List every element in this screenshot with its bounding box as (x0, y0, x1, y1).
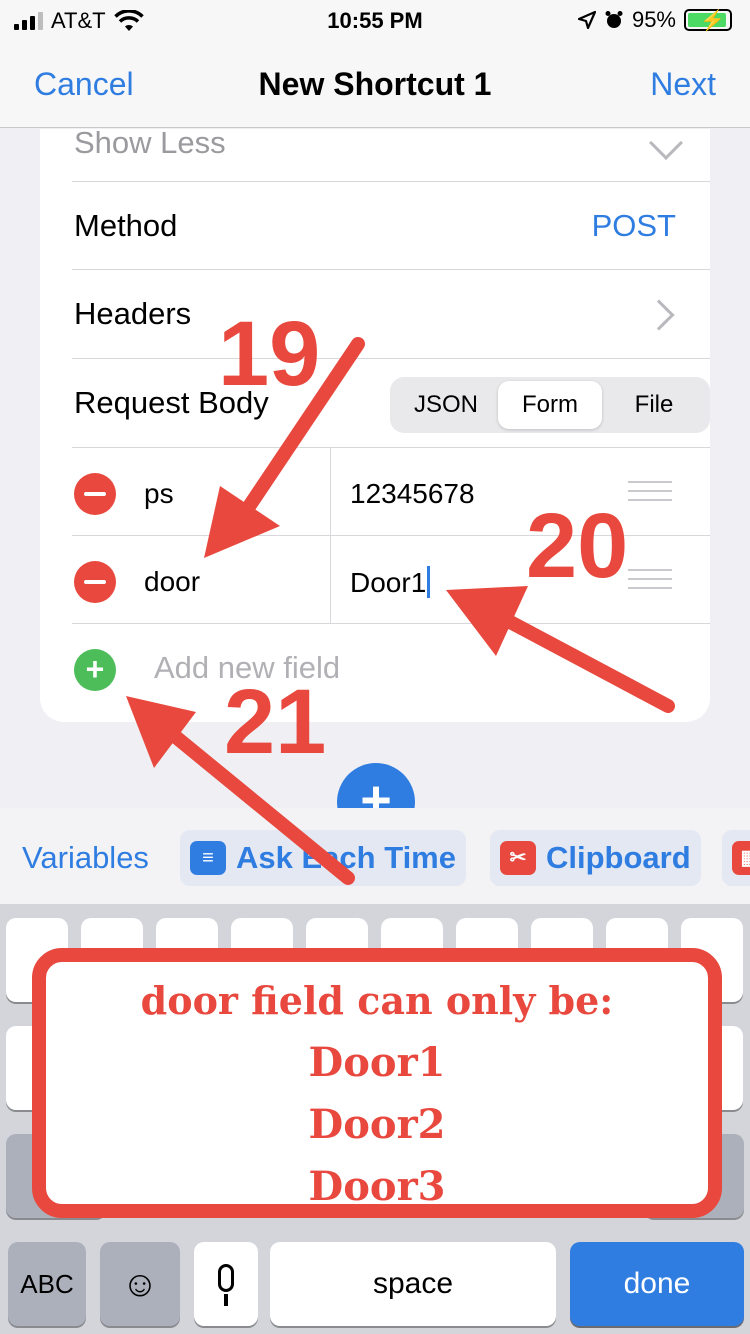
field-key[interactable]: ps (144, 478, 174, 510)
field-value[interactable]: 12345678 (350, 478, 475, 510)
headers-label: Headers (74, 296, 192, 331)
microphone-stem (224, 1294, 228, 1306)
field-divider (330, 536, 331, 624)
next-button[interactable]: Next (650, 66, 716, 103)
chevron-right-icon (643, 299, 675, 331)
request-body-segmented-control: JSON Form File (390, 377, 710, 433)
segment-json[interactable]: JSON (394, 381, 498, 429)
add-new-field-row[interactable]: + Add new field (72, 624, 672, 712)
get-contents-action-card: Show Less Method POST Headers Request Bo… (40, 129, 710, 722)
microphone-icon (218, 1264, 234, 1292)
abc-key[interactable]: ABC (8, 1242, 86, 1326)
speech-bubble-icon: ≡ (190, 841, 226, 875)
annotation-step-19: 19 (218, 303, 321, 405)
alarm-icon (605, 11, 623, 28)
ask-each-time-chip[interactable]: ≡ Ask Each Time (180, 830, 466, 886)
done-key[interactable]: done (570, 1242, 744, 1326)
segment-file[interactable]: File (602, 381, 706, 429)
headers-row[interactable]: Headers (72, 270, 710, 359)
annotation-step-21: 21 (224, 671, 327, 773)
calendar-icon: ▦ (732, 841, 750, 875)
field-key[interactable]: door (144, 566, 200, 598)
clipboard-chip[interactable]: ✂ Clipboard (490, 830, 701, 886)
reorder-handle-icon[interactable] (628, 569, 672, 596)
annotation-step-20: 20 (526, 495, 629, 597)
text-cursor (427, 566, 431, 598)
clipboard-label: Clipboard (546, 840, 691, 875)
navigation-bar: Cancel New Shortcut 1 Next (0, 40, 750, 128)
remove-field-icon[interactable] (74, 561, 116, 603)
variables-bar: Variables ≡ Ask Each Time ✂ Clipboard ▦ (0, 808, 750, 904)
variables-label[interactable]: Variables (22, 840, 149, 876)
segment-form[interactable]: Form (498, 381, 602, 429)
annotation-note-line: door field can only be: (140, 978, 614, 1023)
remove-field-icon[interactable] (74, 473, 116, 515)
field-value-text: Door1 (350, 567, 427, 598)
annotation-note-line: Door2 (308, 1101, 446, 1148)
battery-percent: 95% (631, 7, 676, 32)
annotation-note-line: Door3 (308, 1163, 446, 1210)
emoji-icon: ☺ (121, 1263, 159, 1304)
dictation-key[interactable] (194, 1242, 258, 1326)
method-label: Method (74, 208, 178, 243)
scissors-icon: ✂ (500, 841, 536, 875)
method-row[interactable]: Method POST (72, 182, 710, 270)
field-divider (330, 448, 331, 536)
reorder-handle-icon[interactable] (628, 481, 672, 508)
show-less-label: Show Less (74, 129, 226, 160)
status-bar: AT&T 10:55 PM 95% ⚡ (0, 0, 750, 40)
space-key[interactable]: space (270, 1242, 556, 1326)
battery-icon: ⚡ (684, 9, 732, 32)
field-value-editing[interactable]: Door1 (350, 566, 431, 599)
method-value[interactable]: POST (592, 208, 676, 244)
ask-each-time-label: Ask Each Time (236, 840, 456, 875)
emoji-key[interactable]: ☺ (100, 1242, 180, 1326)
show-less-row[interactable]: Show Less (72, 129, 710, 182)
add-field-icon[interactable]: + (74, 649, 116, 691)
calendar-chip[interactable]: ▦ (722, 830, 750, 886)
request-body-row: Request Body JSON Form File (72, 359, 710, 448)
chevron-down-icon (649, 129, 683, 160)
status-right-group: 95% ⚡ (577, 7, 732, 33)
annotation-note-box: door field can only be: Door1 Door2 Door… (32, 948, 722, 1218)
annotation-note-line: Door1 (308, 1039, 446, 1086)
location-arrow-icon (577, 11, 596, 29)
page-title: New Shortcut 1 (258, 66, 492, 102)
